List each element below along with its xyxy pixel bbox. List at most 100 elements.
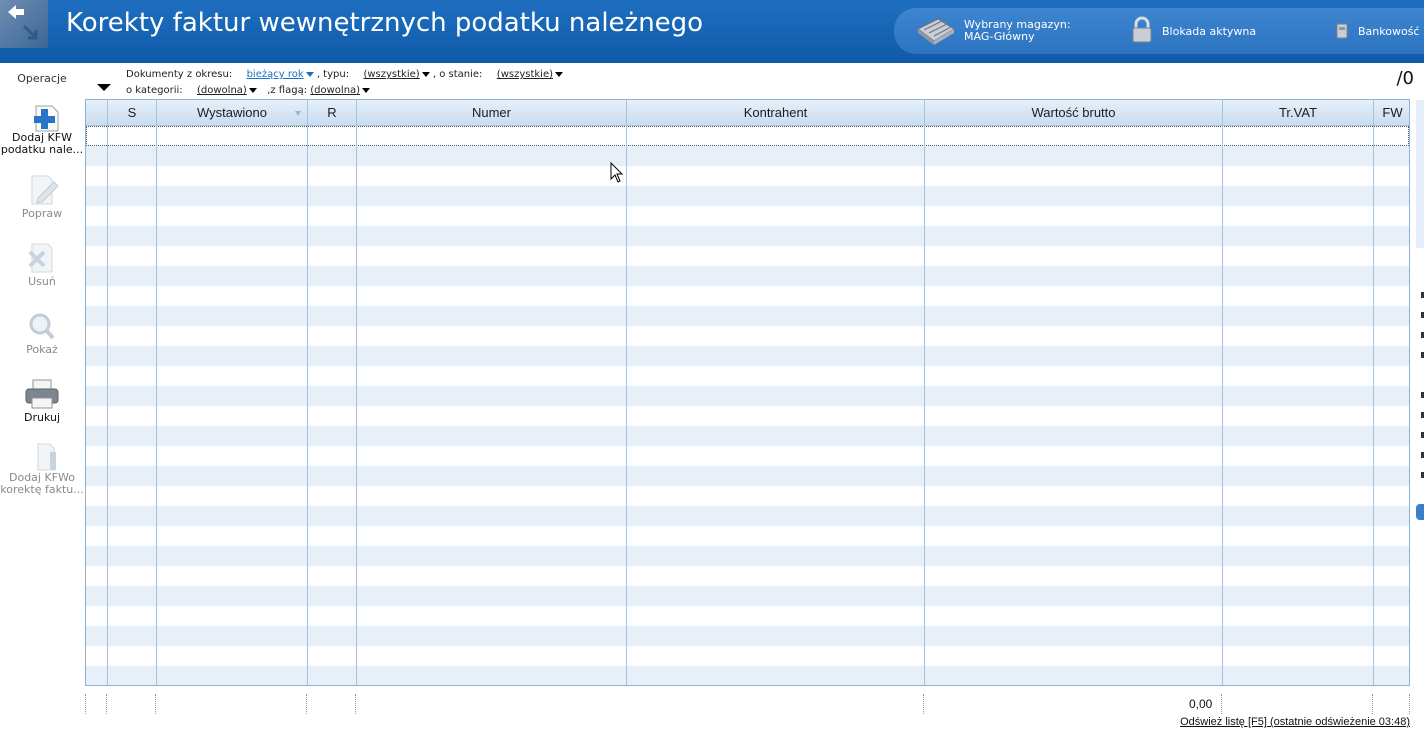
column-divider bbox=[156, 126, 157, 685]
chevron-down-icon bbox=[421, 71, 430, 77]
table-row bbox=[86, 486, 1409, 506]
padlock-icon bbox=[1130, 16, 1154, 47]
totals-divider bbox=[355, 694, 356, 714]
side-panel-edge bbox=[1416, 100, 1424, 520]
print-button[interactable]: Drukuj bbox=[0, 376, 84, 424]
bank-label: Bankowość bbox=[1358, 24, 1420, 38]
add-kfwo-button[interactable]: Dodaj KFWo korektę faktu... bbox=[0, 442, 84, 496]
table-row-focused[interactable] bbox=[86, 126, 1409, 146]
edit-label: Popraw bbox=[21, 207, 63, 220]
delete-icon bbox=[28, 243, 53, 273]
column-header-kontrahent[interactable]: Kontrahent bbox=[627, 100, 925, 126]
table-row bbox=[86, 446, 1409, 466]
documents-grid[interactable]: S Wystawiono R Numer Kontrahent Wartość … bbox=[85, 99, 1410, 686]
column-header-wystawiono[interactable]: Wystawiono bbox=[157, 100, 308, 126]
type-filter-dropdown[interactable]: (wszystkie) bbox=[363, 69, 430, 80]
state-filter-value: (wszystkie) bbox=[496, 69, 554, 80]
column-header-s[interactable]: S bbox=[108, 100, 157, 126]
totals-row: 0,00 bbox=[85, 694, 1410, 714]
totals-divider bbox=[106, 694, 107, 714]
show-label: Pokaż bbox=[26, 343, 58, 356]
table-row bbox=[86, 406, 1409, 426]
chevron-down-icon bbox=[555, 71, 564, 77]
table-row bbox=[86, 526, 1409, 546]
column-header-wartosc-brutto[interactable]: Wartość brutto bbox=[925, 100, 1223, 126]
table-row bbox=[86, 346, 1409, 366]
show-button[interactable]: Pokaż bbox=[0, 308, 84, 356]
delete-label: Usuń bbox=[28, 275, 56, 288]
status-panel: Wybrany magazyn: MAG-Główny Blokada akty… bbox=[894, 8, 1424, 54]
table-row bbox=[86, 286, 1409, 306]
table-row bbox=[86, 566, 1409, 586]
column-divider bbox=[1373, 126, 1374, 685]
column-header-fw[interactable]: FW bbox=[1374, 100, 1409, 126]
column-divider bbox=[626, 126, 627, 685]
warehouse-status[interactable]: Wybrany magazyn: MAG-Główny bbox=[916, 8, 1071, 54]
add-kfwo-label-2: korektę faktu... bbox=[0, 483, 84, 496]
table-row bbox=[86, 426, 1409, 446]
grid-header: S Wystawiono R Numer Kontrahent Wartość … bbox=[86, 100, 1409, 126]
banking-status[interactable]: Bankowość bbox=[1334, 8, 1419, 54]
warehouse-value: MAG-Główny bbox=[964, 30, 1035, 43]
totals-divider bbox=[923, 694, 924, 714]
chevron-down-icon bbox=[362, 87, 371, 93]
lock-label: Blokada aktywna bbox=[1162, 24, 1257, 38]
collapse-filters-icon[interactable] bbox=[97, 84, 111, 91]
table-row bbox=[86, 246, 1409, 266]
table-row bbox=[86, 146, 1409, 166]
column-header-numer[interactable]: Numer bbox=[357, 100, 627, 126]
record-count: /0 bbox=[1396, 68, 1414, 89]
table-row bbox=[86, 626, 1409, 646]
table-row bbox=[86, 306, 1409, 326]
column-header-trvat[interactable]: Tr.VAT bbox=[1223, 100, 1374, 126]
page-title: Korekty faktur wewnętrznych podatku nale… bbox=[66, 8, 704, 38]
grid-rows bbox=[86, 126, 1409, 685]
refresh-list-link[interactable]: Odśwież listę [F5] (ostatnie odświeżenie… bbox=[1180, 716, 1410, 728]
magnifier-icon bbox=[29, 313, 55, 340]
column-divider bbox=[356, 126, 357, 685]
totals-divider bbox=[1409, 694, 1410, 714]
table-row bbox=[86, 226, 1409, 246]
delete-button[interactable]: Usuń bbox=[0, 240, 84, 288]
add-document-icon bbox=[34, 105, 59, 132]
flag-filter-label: ,z flagą: bbox=[267, 85, 308, 96]
total-brutto-value: 0,00 bbox=[1189, 697, 1213, 711]
column-divider bbox=[1222, 126, 1223, 685]
table-row bbox=[86, 586, 1409, 606]
state-filter-dropdown[interactable]: (wszystkie) bbox=[496, 69, 564, 80]
warehouse-icon bbox=[916, 15, 956, 48]
back-button[interactable] bbox=[0, 0, 48, 48]
flag-filter-dropdown[interactable]: (dowolna) bbox=[310, 85, 371, 96]
column-header-r[interactable]: R bbox=[308, 100, 357, 126]
table-row bbox=[86, 666, 1409, 685]
period-filter-dropdown[interactable]: bieżący rok bbox=[247, 69, 314, 80]
category-filter-label: o kategorii: bbox=[126, 85, 183, 96]
type-filter-value: (wszystkie) bbox=[363, 69, 420, 80]
mouse-pointer-icon bbox=[610, 162, 624, 183]
type-filter-label: , typu: bbox=[316, 69, 350, 80]
category-filter-dropdown[interactable]: (dowolna) bbox=[197, 85, 257, 96]
lock-status[interactable]: Blokada aktywna bbox=[1130, 8, 1256, 54]
totals-divider bbox=[1221, 694, 1222, 714]
side-panel-handle[interactable] bbox=[1416, 504, 1424, 520]
column-header-wystawiono-label: Wystawiono bbox=[197, 105, 267, 120]
column-divider bbox=[107, 126, 108, 685]
add-kfw-label-2: podatku nale... bbox=[0, 143, 84, 156]
edit-pencil-icon bbox=[31, 175, 59, 205]
column-divider bbox=[307, 126, 308, 685]
chevron-down-icon bbox=[305, 71, 314, 77]
bank-icon bbox=[1334, 20, 1350, 43]
table-row bbox=[86, 186, 1409, 206]
sort-icon bbox=[295, 111, 301, 116]
add-kfw-button[interactable]: Dodaj KFW podatku nale... bbox=[0, 104, 84, 156]
table-row bbox=[86, 366, 1409, 386]
table-row bbox=[86, 386, 1409, 406]
edit-button[interactable]: Popraw bbox=[0, 172, 84, 220]
document-icon bbox=[37, 443, 56, 471]
filter-bar: Dokumenty z okresu: bieżący rok , typu: … bbox=[126, 67, 564, 99]
totals-divider bbox=[85, 694, 86, 714]
period-filter-label: Dokumenty z okresu: bbox=[126, 69, 233, 80]
operations-header: Operacje bbox=[17, 72, 67, 85]
column-header-selector[interactable] bbox=[86, 100, 108, 126]
totals-divider bbox=[306, 694, 307, 714]
